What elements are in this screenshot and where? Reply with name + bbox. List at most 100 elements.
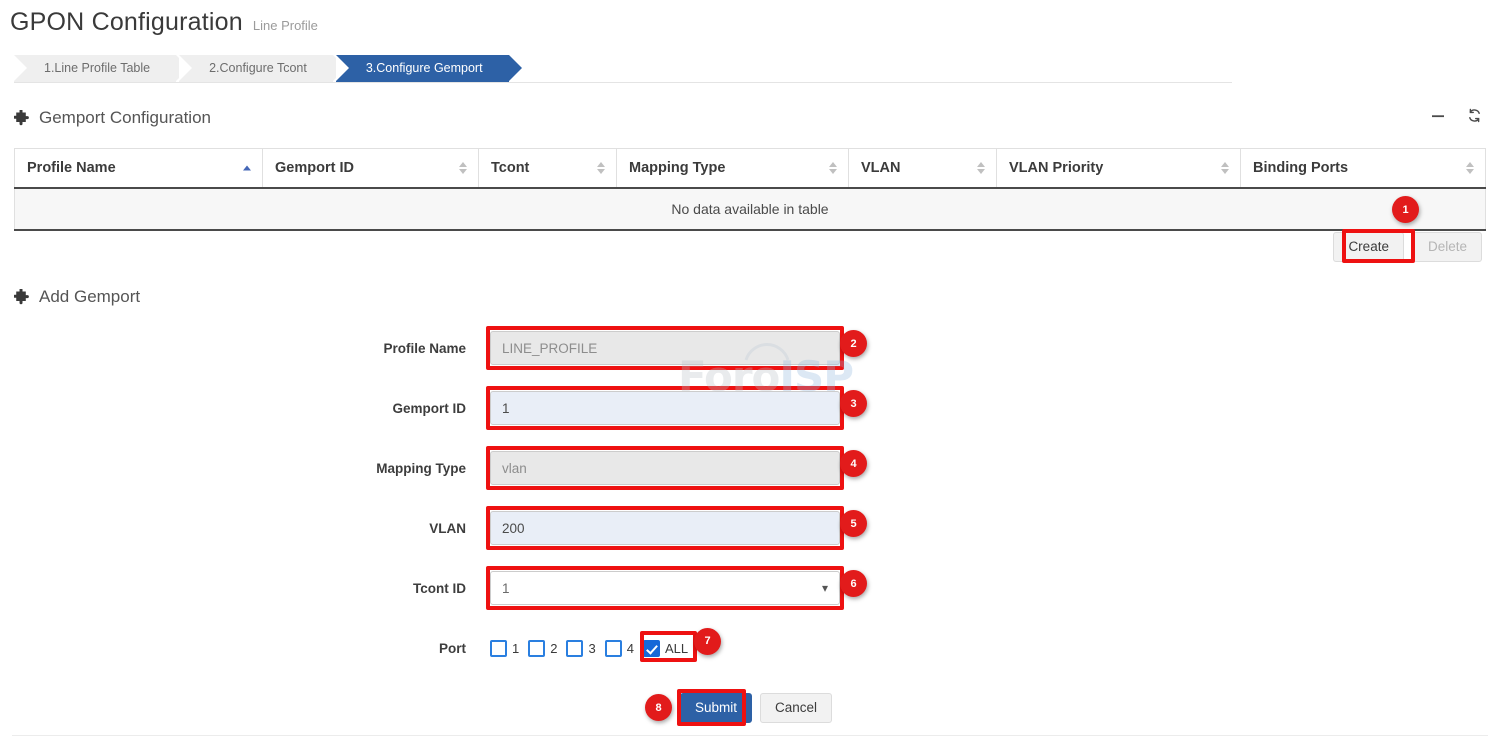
annotation-badge-7: 7 <box>694 628 721 655</box>
wizard-step-1-label: 1.Line Profile Table <box>44 61 150 75</box>
refresh-icon[interactable] <box>1467 108 1482 128</box>
column-label: VLAN <box>861 160 900 176</box>
sort-icon[interactable] <box>1221 162 1229 174</box>
port-checkbox-2-group: 2 <box>528 640 557 657</box>
port-control: 1 2 3 4 ALL <box>490 640 840 657</box>
table-head: Profile Name Gemport ID Tcont Mapping Ty… <box>15 149 1486 188</box>
annotation-badge-4: 4 <box>840 450 867 477</box>
port-checkbox-1-group: 1 <box>490 640 519 657</box>
wizard-step-2-label: 2.Configure Tcont <box>209 61 307 75</box>
column-label: Binding Ports <box>1253 160 1348 176</box>
form-row-tcont-id: Tcont ID 1 ▾ 6 <box>0 558 1500 618</box>
column-label: VLAN Priority <box>1009 160 1103 176</box>
port-checkbox-2-label: 2 <box>550 641 557 656</box>
add-gemport-title: Add Gemport <box>39 287 140 307</box>
watermark-arc-icon <box>740 338 794 364</box>
port-checkbox-1[interactable] <box>490 640 507 657</box>
mapping-type-field[interactable] <box>490 451 840 485</box>
gemport-table-wrapper: Profile Name Gemport ID Tcont Mapping Ty… <box>14 148 1486 231</box>
port-checkbox-3-label: 3 <box>588 641 595 656</box>
column-header-binding-ports[interactable]: Binding Ports <box>1241 149 1486 188</box>
wizard-step-3[interactable]: 3.Configure Gemport <box>336 55 509 82</box>
page-header: GPON Configuration Line Profile <box>10 8 318 37</box>
wizard-steps: 1.Line Profile Table 2.Configure Tcont 3… <box>14 55 512 82</box>
form-row-vlan: VLAN 5 <box>0 498 1500 558</box>
form-buttons: Submit Cancel 8 <box>680 693 832 723</box>
profile-name-label: Profile Name <box>0 341 490 356</box>
table-empty-row: No data available in table <box>15 188 1486 230</box>
annotation-badge-1: 1 <box>1392 196 1419 223</box>
gemport-configuration-title: Gemport Configuration <box>39 108 211 128</box>
port-checkbox-4-label: 4 <box>627 641 634 656</box>
sort-icon[interactable] <box>977 162 985 174</box>
gemport-id-control: 3 <box>490 391 840 425</box>
annotation-badge-2: 2 <box>840 330 867 357</box>
wizard-step-1[interactable]: 1.Line Profile Table <box>14 55 176 82</box>
port-checkbox-3[interactable] <box>566 640 583 657</box>
form-row-actions: Submit Cancel 8 <box>0 678 1500 738</box>
empty-message: No data available in table <box>15 188 1486 230</box>
form-row-port: Port 1 2 3 <box>0 618 1500 678</box>
column-header-vlan[interactable]: VLAN <box>849 149 997 188</box>
wizard-step-2[interactable]: 2.Configure Tcont <box>179 55 333 82</box>
sort-ascending-icon[interactable] <box>243 165 251 170</box>
port-checkbox-2[interactable] <box>528 640 545 657</box>
sort-icon[interactable] <box>459 162 467 174</box>
puzzle-icon <box>14 110 31 127</box>
gemport-id-field[interactable] <box>490 391 840 425</box>
mapping-type-control: 4 <box>490 451 840 485</box>
gemport-table: Profile Name Gemport ID Tcont Mapping Ty… <box>14 148 1486 231</box>
port-checkbox-4[interactable] <box>605 640 622 657</box>
annotation-badge-5: 5 <box>840 510 867 537</box>
page-title: GPON Configuration <box>10 8 243 37</box>
table-actions: Create Delete <box>1333 232 1482 262</box>
vlan-control: 5 <box>490 511 840 545</box>
column-header-vlan-priority[interactable]: VLAN Priority <box>997 149 1241 188</box>
column-label: Profile Name <box>27 160 116 176</box>
port-checkbox-all-group: ALL <box>643 640 688 657</box>
cancel-button[interactable]: Cancel <box>760 693 832 723</box>
table-header-row: Profile Name Gemport ID Tcont Mapping Ty… <box>15 149 1486 188</box>
port-checkbox-3-group: 3 <box>566 640 595 657</box>
sort-icon[interactable] <box>829 162 837 174</box>
form-row-gemport-id: Gemport ID 3 <box>0 378 1500 438</box>
add-gemport-heading: Add Gemport <box>14 287 140 307</box>
delete-button[interactable]: Delete <box>1413 232 1482 262</box>
submit-button[interactable]: Submit <box>680 693 752 723</box>
tcont-id-control: 1 ▾ 6 <box>490 571 840 605</box>
create-button[interactable]: Create <box>1333 232 1404 262</box>
gemport-configuration-heading: Gemport Configuration <box>14 108 211 128</box>
table-body: No data available in table <box>15 188 1486 230</box>
sort-icon[interactable] <box>1466 162 1474 174</box>
gemport-id-label: Gemport ID <box>0 401 490 416</box>
column-label: Gemport ID <box>275 160 354 176</box>
tcont-id-select[interactable]: 1 <box>490 571 840 605</box>
add-gemport-form: Profile Name 2 Gemport ID 3 Mapping Type… <box>0 318 1500 738</box>
annotation-badge-6: 6 <box>840 570 867 597</box>
port-label: Port <box>0 641 490 656</box>
port-checkbox-1-label: 1 <box>512 641 519 656</box>
annotation-badge-8: 8 <box>645 694 672 721</box>
steps-divider <box>14 82 1232 83</box>
annotation-badge-3: 3 <box>840 390 867 417</box>
mapping-type-label: Mapping Type <box>0 461 490 476</box>
port-checkbox-4-group: 4 <box>605 640 634 657</box>
column-header-profile-name[interactable]: Profile Name <box>15 149 263 188</box>
column-header-mapping-type[interactable]: Mapping Type <box>617 149 849 188</box>
gpon-configuration-page: GPON Configuration Line Profile 1.Line P… <box>0 0 1500 744</box>
sort-icon[interactable] <box>597 162 605 174</box>
column-label: Tcont <box>491 160 529 176</box>
port-checkbox-group: 1 2 3 4 ALL <box>490 640 840 657</box>
column-header-tcont[interactable]: Tcont <box>479 149 617 188</box>
column-header-gemport-id[interactable]: Gemport ID <box>263 149 479 188</box>
column-label: Mapping Type <box>629 160 725 176</box>
wizard-step-3-label: 3.Configure Gemport <box>366 61 483 75</box>
panel-tools <box>1431 108 1482 128</box>
footer-divider <box>12 735 1488 736</box>
page-subtitle: Line Profile <box>253 18 318 33</box>
minimize-icon[interactable] <box>1431 109 1445 128</box>
form-row-mapping-type: Mapping Type 4 <box>0 438 1500 498</box>
port-all-checkbox[interactable] <box>643 640 660 657</box>
vlan-field[interactable] <box>490 511 840 545</box>
port-all-label: ALL <box>665 641 688 656</box>
